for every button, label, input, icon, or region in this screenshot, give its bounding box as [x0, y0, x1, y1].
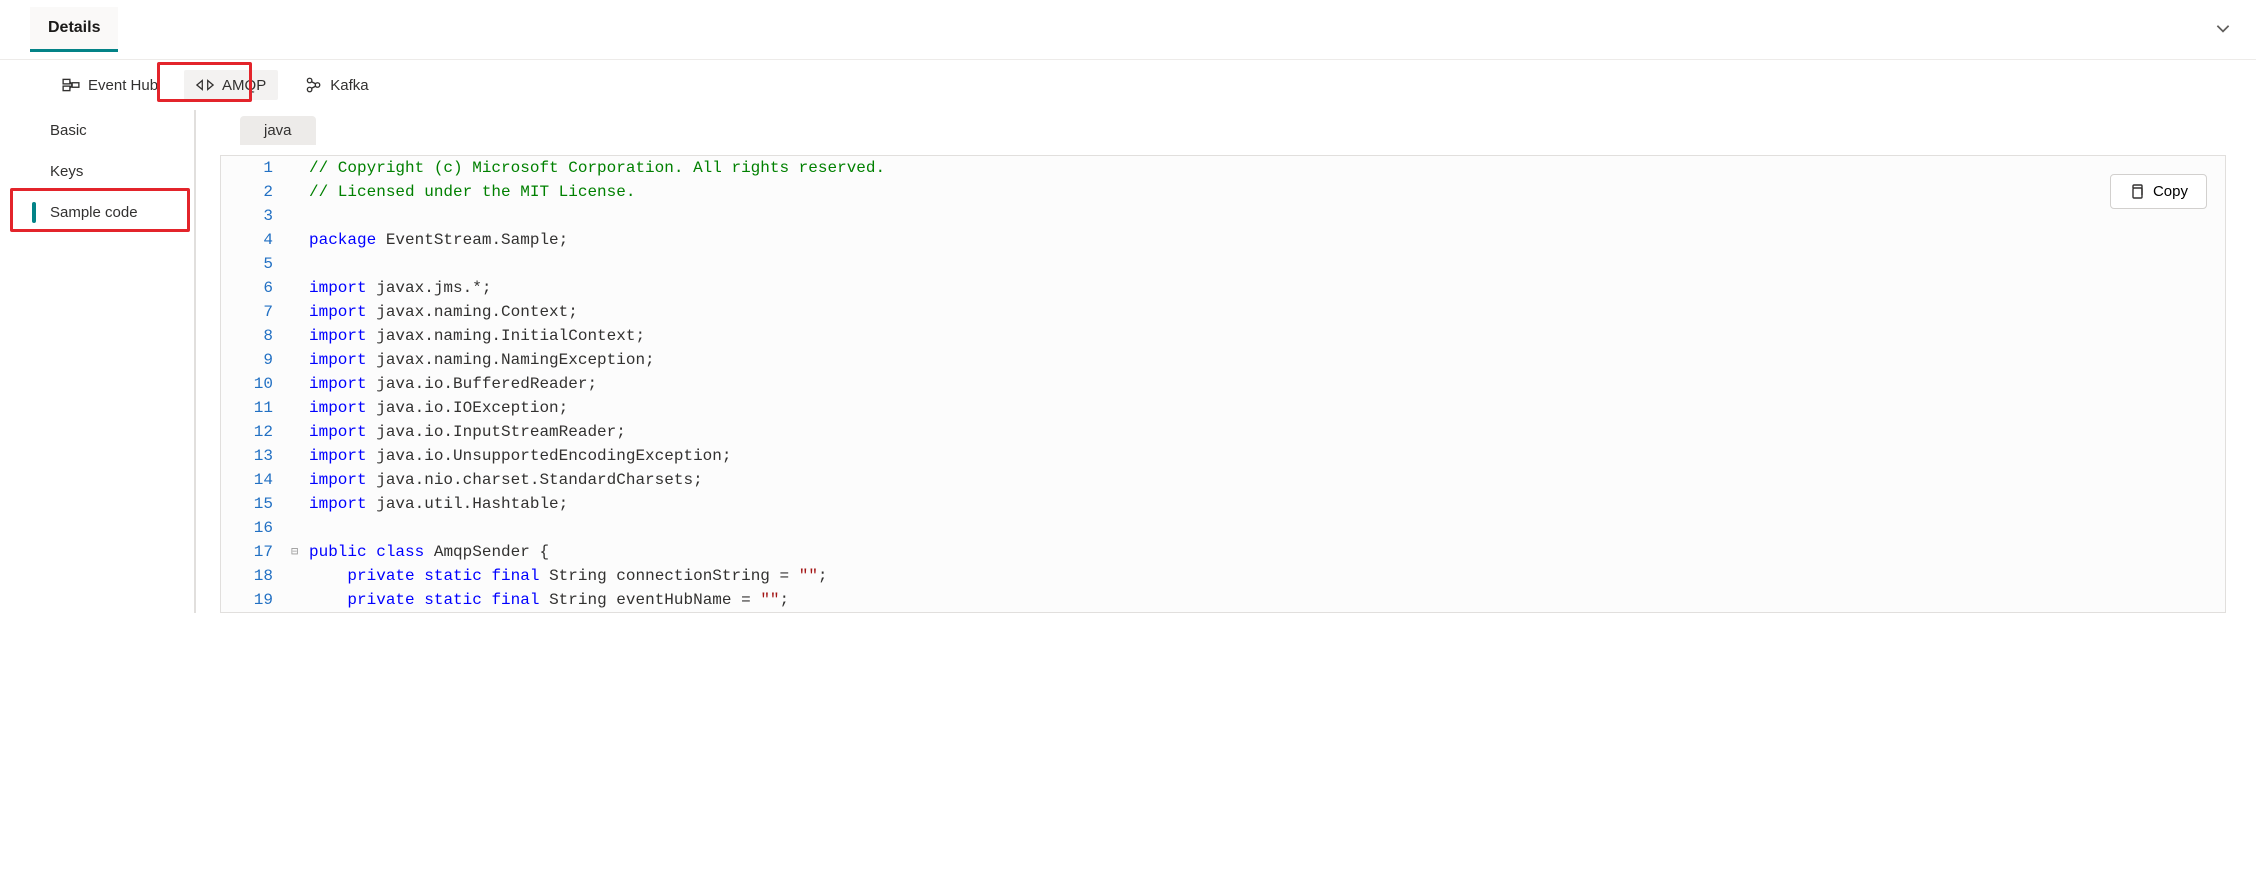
code-text: public class AmqpSender {	[309, 540, 549, 564]
line-number: 8	[221, 324, 291, 348]
fold-toggle	[291, 348, 309, 372]
fold-toggle[interactable]: ⊟	[291, 540, 309, 564]
fold-toggle	[291, 588, 309, 612]
eventhub-icon	[62, 76, 80, 94]
code-line: 13 import java.io.UnsupportedEncodingExce…	[221, 444, 2225, 468]
code-line: 18 private static final String connectio…	[221, 564, 2225, 588]
code-text: private static final String eventHubName…	[309, 588, 789, 612]
line-number: 17	[221, 540, 291, 564]
highlight-sample-code-annotation	[10, 188, 190, 232]
code-line: 4 package EventStream.Sample;	[221, 228, 2225, 252]
line-number: 5	[221, 252, 291, 276]
code-line: 7 import javax.naming.Context;	[221, 300, 2225, 324]
fold-toggle	[291, 420, 309, 444]
code-line: 1 // Copyright (c) Microsoft Corporation.…	[221, 156, 2225, 180]
chevron-down-icon	[2214, 19, 2232, 37]
line-number: 18	[221, 564, 291, 588]
code-text: import java.io.IOException;	[309, 396, 568, 420]
code-line: 9 import javax.naming.NamingException;	[221, 348, 2225, 372]
code-text: import javax.jms.*;	[309, 276, 491, 300]
protocol-kafka[interactable]: Kafka	[292, 70, 380, 100]
fold-toggle	[291, 204, 309, 228]
code-line: 3	[221, 204, 2225, 228]
fold-toggle	[291, 324, 309, 348]
code-line: 17⊟public class AmqpSender {	[221, 540, 2225, 564]
fold-toggle	[291, 444, 309, 468]
line-number: 7	[221, 300, 291, 324]
code-text: import java.io.InputStreamReader;	[309, 420, 626, 444]
fold-toggle	[291, 180, 309, 204]
code-line: 14 import java.nio.charset.StandardCharse…	[221, 468, 2225, 492]
line-number: 4	[221, 228, 291, 252]
protocol-eventhub[interactable]: Event Hub	[50, 70, 170, 100]
code-line: 12 import java.io.InputStreamReader;	[221, 420, 2225, 444]
copy-icon	[2129, 184, 2145, 200]
fold-toggle	[291, 372, 309, 396]
code-line: 5	[221, 252, 2225, 276]
code-line: 6 import javax.jms.*;	[221, 276, 2225, 300]
line-number: 2	[221, 180, 291, 204]
code-text: private static final String connectionSt…	[309, 564, 828, 588]
protocol-kafka-label: Kafka	[330, 77, 368, 94]
line-number: 3	[221, 204, 291, 228]
line-number: 13	[221, 444, 291, 468]
line-number: 15	[221, 492, 291, 516]
fold-toggle	[291, 228, 309, 252]
line-number: 1	[221, 156, 291, 180]
fold-toggle	[291, 252, 309, 276]
code-text: package EventStream.Sample;	[309, 228, 568, 252]
code-text: import java.util.Hashtable;	[309, 492, 568, 516]
code-lines[interactable]: 1 // Copyright (c) Microsoft Corporation.…	[221, 156, 2225, 612]
code-line: 15 import java.util.Hashtable;	[221, 492, 2225, 516]
fold-toggle	[291, 156, 309, 180]
line-number: 14	[221, 468, 291, 492]
sidebar-item-keys[interactable]: Keys	[0, 151, 194, 192]
code-text: // Licensed under the MIT License.	[309, 180, 635, 204]
line-number: 16	[221, 516, 291, 540]
fold-toggle	[291, 396, 309, 420]
code-line: 11 import java.io.IOException;	[221, 396, 2225, 420]
fold-toggle	[291, 300, 309, 324]
fold-toggle	[291, 276, 309, 300]
code-text: import javax.naming.InitialContext;	[309, 324, 645, 348]
sidebar-item-basic[interactable]: Basic	[0, 110, 194, 151]
copy-button[interactable]: Copy	[2110, 174, 2207, 209]
protocol-tabs: Event Hub AMQP Kafka	[0, 60, 2256, 110]
line-number: 6	[221, 276, 291, 300]
line-number: 12	[221, 420, 291, 444]
kafka-icon	[304, 76, 322, 94]
code-line: 8 import javax.naming.InitialContext;	[221, 324, 2225, 348]
line-number: 9	[221, 348, 291, 372]
line-number: 10	[221, 372, 291, 396]
code-text: import javax.naming.Context;	[309, 300, 578, 324]
sidebar: Basic Keys Sample code	[0, 110, 196, 613]
fold-toggle	[291, 468, 309, 492]
code-block: Copy 1 // Copyright (c) Microsoft Corpora…	[220, 155, 2226, 613]
code-line: 2 // Licensed under the MIT License.	[221, 180, 2225, 204]
code-line: 19 private static final String eventHubN…	[221, 588, 2225, 612]
highlight-amqp-annotation	[157, 62, 252, 102]
fold-toggle	[291, 564, 309, 588]
collapse-panel-button[interactable]	[2214, 19, 2232, 40]
code-line: 16	[221, 516, 2225, 540]
code-text: import java.nio.charset.StandardCharsets…	[309, 468, 703, 492]
copy-button-label: Copy	[2153, 183, 2188, 200]
code-line: 10 import java.io.BufferedReader;	[221, 372, 2225, 396]
language-tab-java[interactable]: java	[240, 116, 316, 145]
code-text: import javax.naming.NamingException;	[309, 348, 655, 372]
code-text: import java.io.BufferedReader;	[309, 372, 597, 396]
line-number: 19	[221, 588, 291, 612]
line-number: 11	[221, 396, 291, 420]
protocol-eventhub-label: Event Hub	[88, 77, 158, 94]
fold-toggle	[291, 516, 309, 540]
code-text: // Copyright (c) Microsoft Corporation. …	[309, 156, 885, 180]
tab-details[interactable]: Details	[30, 7, 118, 52]
fold-toggle	[291, 492, 309, 516]
code-text: import java.io.UnsupportedEncodingExcept…	[309, 444, 731, 468]
